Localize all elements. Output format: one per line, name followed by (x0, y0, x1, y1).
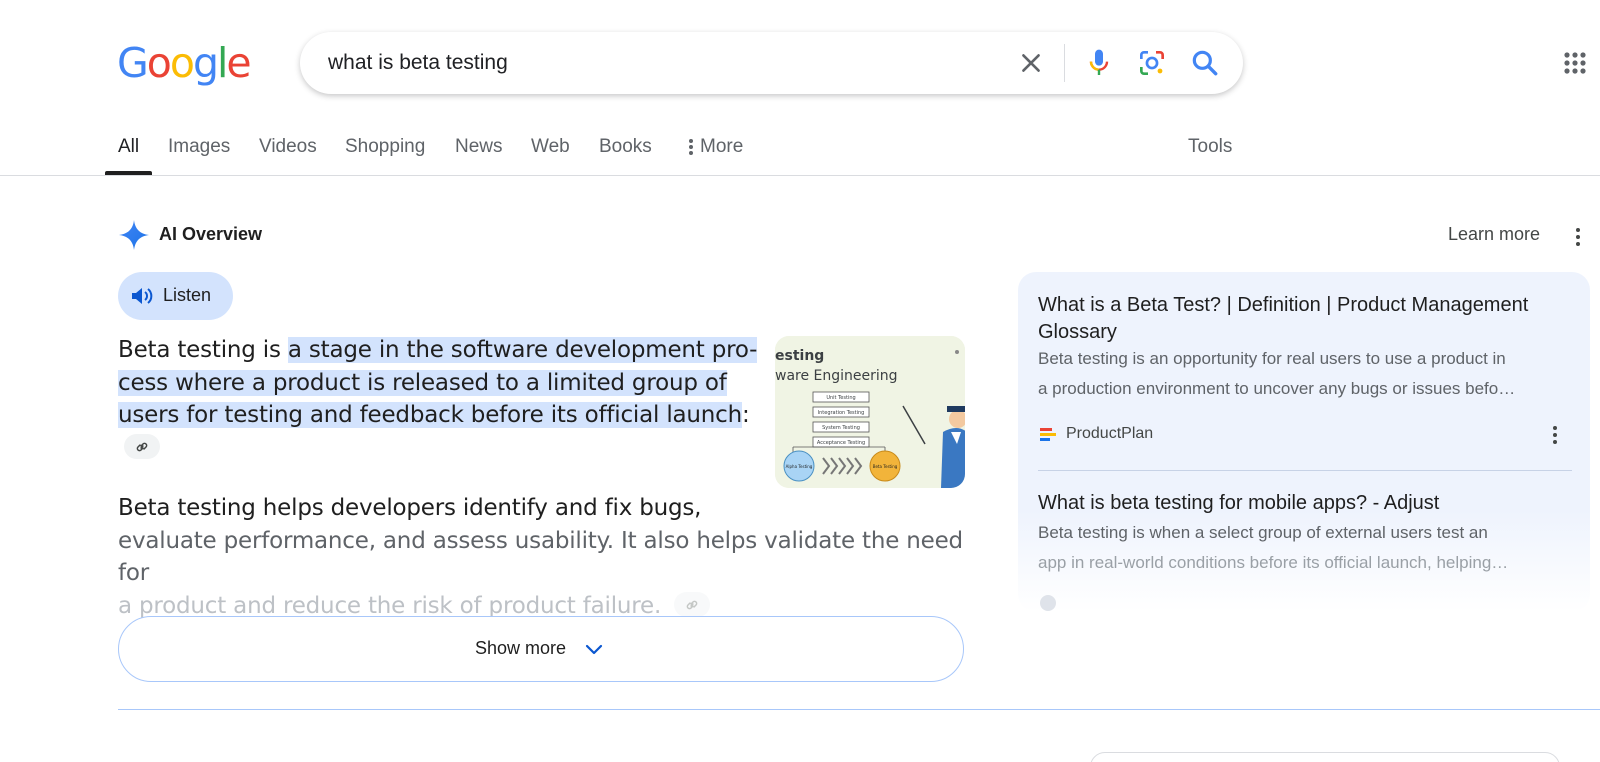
para-lead: Beta testing is (118, 337, 288, 363)
tab-news[interactable]: News (455, 136, 503, 158)
logo-letter: e (226, 39, 251, 87)
chevron-down-icon (585, 644, 603, 655)
more-vert-icon[interactable] (1571, 226, 1585, 248)
thumb-circle-left: Alpha Testing (786, 464, 813, 469)
source-title-link[interactable]: What is beta testing for mobile apps? - … (1038, 490, 1578, 517)
listen-button[interactable]: Listen (118, 272, 233, 320)
logo-letter: o (169, 39, 195, 87)
overview-thumbnail-image[interactable]: esting ware Engineering Unit Testing Int… (775, 336, 965, 488)
thumb-circle-right: Beta Testing (873, 464, 898, 469)
thumb-box-label: Acceptance Testing (817, 440, 865, 446)
ai-sparkle-icon (119, 220, 149, 250)
search-tabs: All Images Videos Shopping News Web Book… (0, 126, 1600, 176)
source-site-name: ProductPlan (1066, 425, 1154, 442)
source-snippet: Beta testing is an opportunity for real … (1038, 344, 1558, 404)
productplan-favicon-icon (1040, 428, 1056, 441)
speaker-icon (132, 288, 153, 304)
thumb-box-label: Integration Testing (818, 410, 865, 416)
section-divider (118, 709, 1600, 710)
thumb-title-1: esting (775, 348, 824, 364)
link-icon (136, 442, 148, 451)
snippet-line: Beta testing is an opportunity for real … (1038, 349, 1506, 368)
source-snippet: Beta testing is when a select group of e… (1038, 518, 1558, 578)
search-icon[interactable] (1189, 47, 1221, 79)
more-vert-icon[interactable] (1548, 424, 1562, 446)
show-more-label: Show more (475, 638, 567, 658)
para-tail: : (741, 402, 750, 428)
tools-button[interactable]: Tools (1188, 136, 1232, 158)
tab-all[interactable]: All (118, 136, 139, 158)
logo-letter: g (192, 39, 219, 87)
snippet-line: Beta testing is when a select group of e… (1038, 523, 1488, 542)
tab-videos[interactable]: Videos (259, 136, 317, 158)
tab-books[interactable]: Books (599, 136, 652, 158)
search-input[interactable]: what is beta testing (328, 51, 508, 75)
learn-more-link[interactable]: Learn more (1448, 224, 1540, 245)
sources-panel: What is a Beta Test? | Definition | Prod… (1018, 272, 1590, 612)
active-tab-indicator (105, 171, 152, 175)
para2-line1: Beta testing helps developers identify a… (118, 495, 702, 521)
partial-bottom-element (1090, 752, 1560, 762)
ai-overview-paragraph-2: Beta testing helps developers identify a… (118, 492, 968, 622)
tab-shopping[interactable]: Shopping (345, 136, 425, 158)
snippet-line: a production environment to uncover any … (1038, 379, 1516, 398)
thumb-title-2: ware Engineering (775, 368, 898, 384)
camera-lens-icon[interactable] (1136, 47, 1168, 79)
logo-letter: l (217, 39, 228, 87)
citation-link-button[interactable] (674, 591, 711, 617)
site-favicon-icon (1040, 595, 1056, 611)
microphone-icon[interactable] (1083, 47, 1115, 79)
apps-grid-icon[interactable] (1563, 51, 1587, 75)
google-logo[interactable]: Google (117, 39, 252, 87)
ai-overview-title: AI Overview (159, 224, 263, 244)
snippet-line: app in real-world conditions before its … (1038, 553, 1509, 572)
ai-overview-paragraph: Beta testing is a stage in the software … (118, 334, 758, 464)
source-title-link[interactable]: What is a Beta Test? | Definition | Prod… (1038, 292, 1578, 346)
para2-line2: evaluate performance, and assess usabili… (118, 527, 963, 587)
link-icon (686, 600, 698, 609)
thumb-box-label: System Testing (822, 425, 860, 431)
software-testing-illustration: esting ware Engineering Unit Testing Int… (775, 336, 965, 488)
source-divider (1038, 470, 1572, 471)
show-more-button[interactable]: Show more (118, 616, 964, 682)
thumb-box-label: Unit Testing (826, 395, 855, 401)
logo-letter: o (146, 39, 172, 87)
listen-label: Listen (163, 285, 212, 305)
tab-images[interactable]: Images (168, 136, 230, 158)
search-divider (1064, 44, 1065, 82)
close-icon[interactable] (1018, 50, 1044, 76)
citation-link-button[interactable] (124, 433, 160, 459)
more-vert-icon (689, 138, 693, 155)
tab-more-label: More (700, 136, 744, 157)
tab-web[interactable]: Web (531, 136, 570, 158)
search-box[interactable]: what is beta testing (300, 32, 1243, 94)
logo-letter: G (117, 39, 149, 87)
tab-more[interactable]: More (688, 136, 743, 158)
para2-line3: a product and reduce the risk of product… (118, 592, 662, 619)
